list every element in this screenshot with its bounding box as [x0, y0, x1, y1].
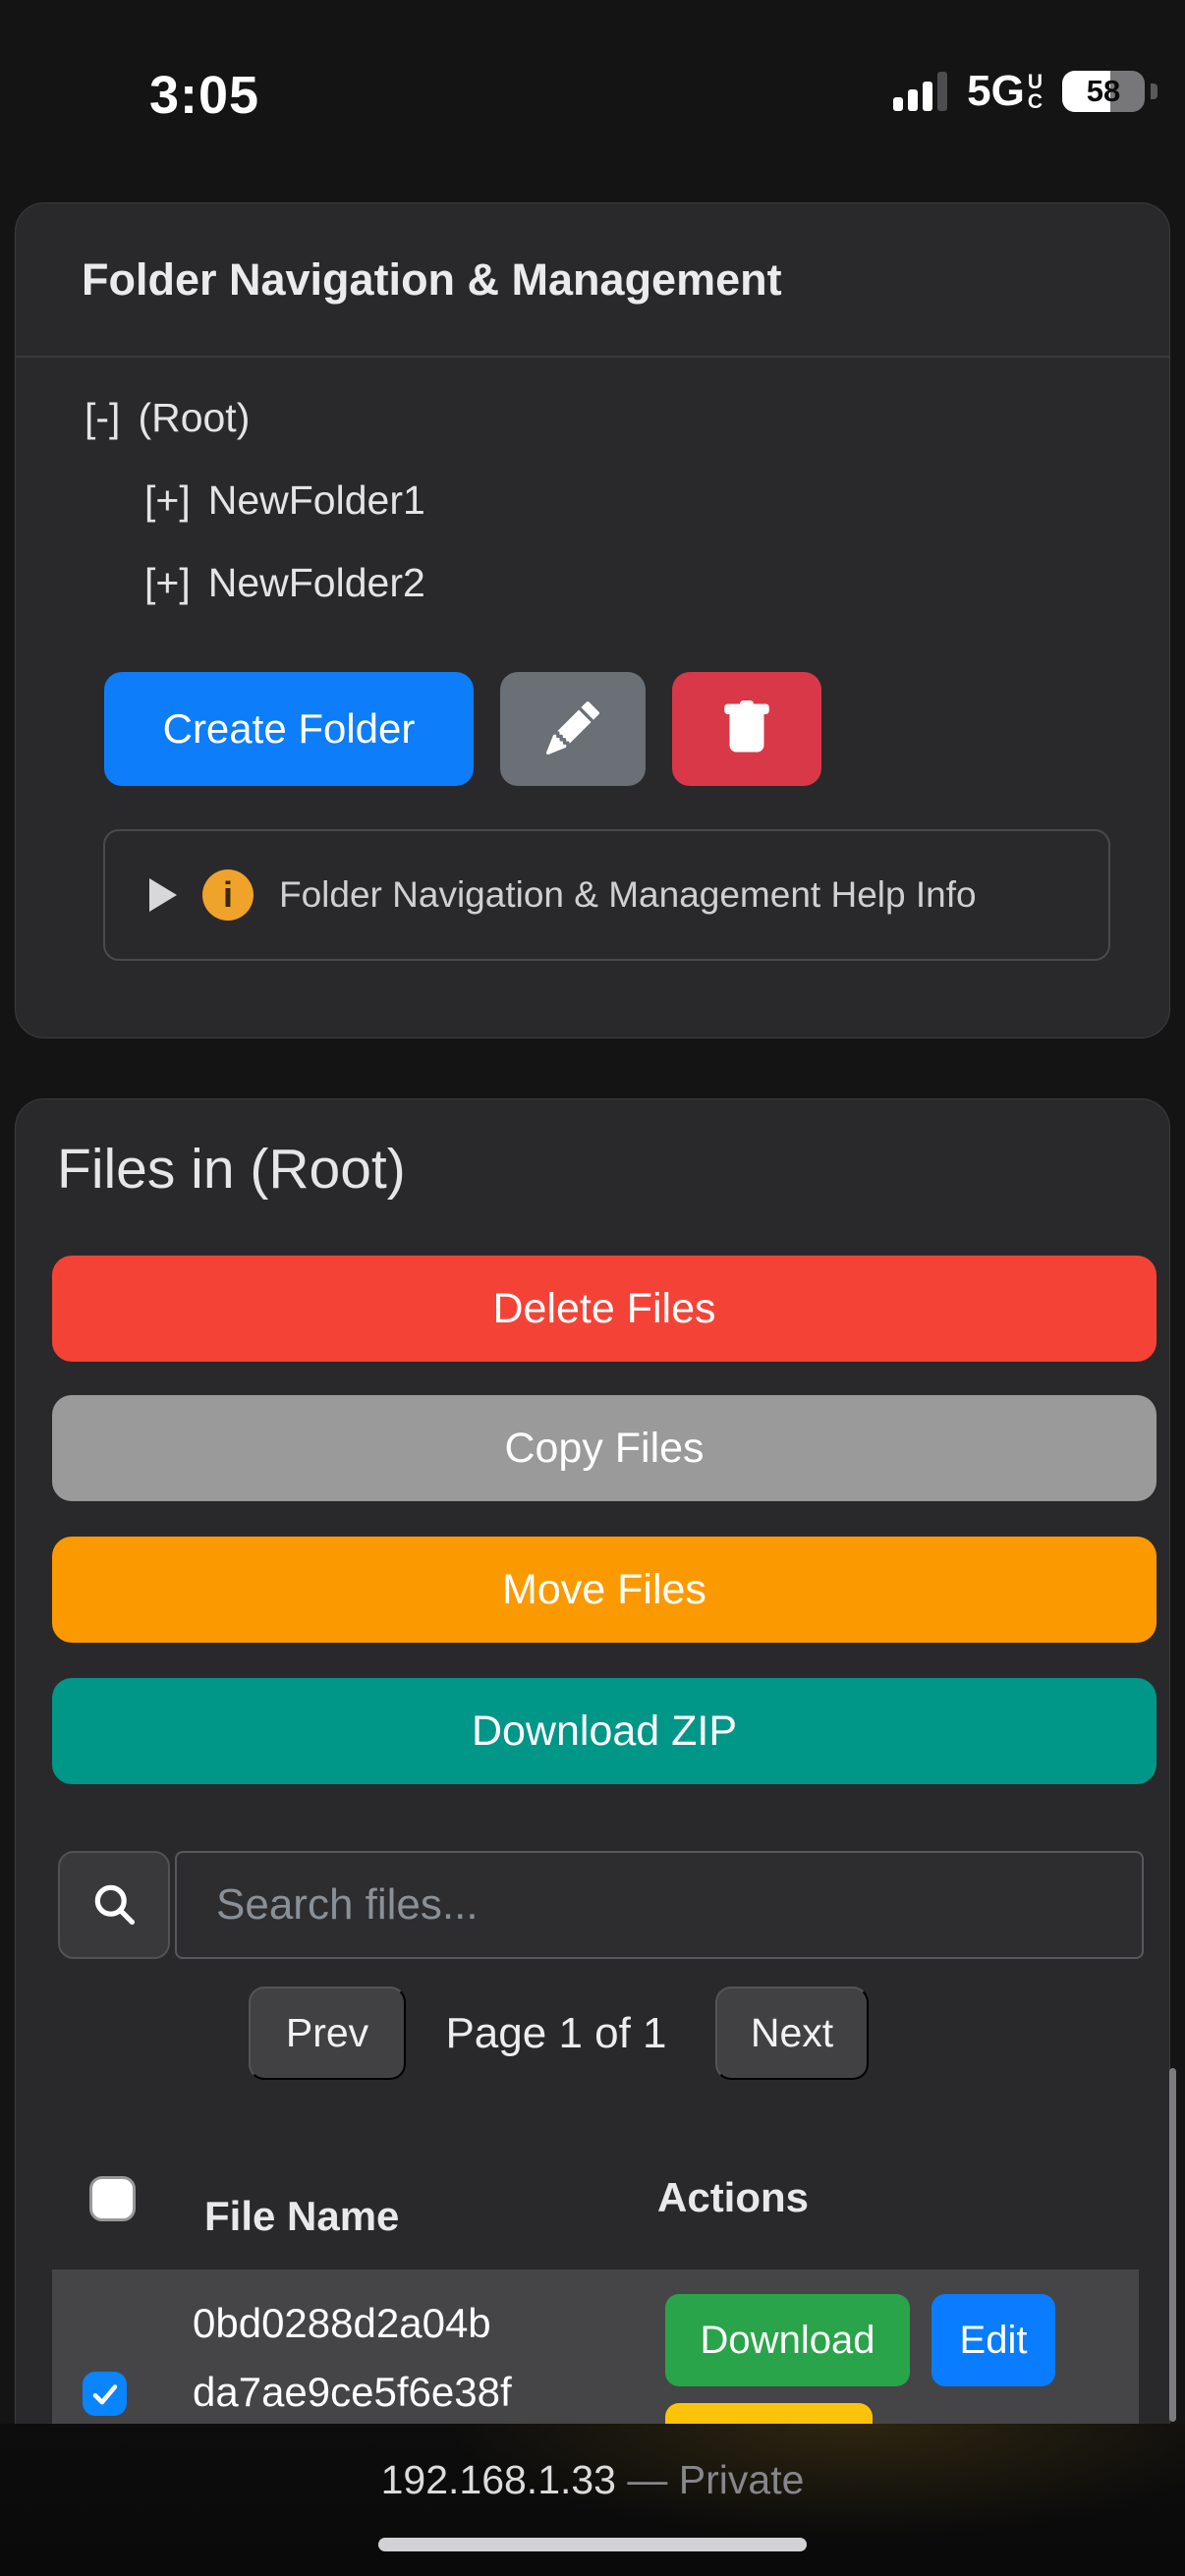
search-bar — [58, 1851, 1144, 1959]
file-name-line2: da7ae9ce5f6e38f — [193, 2358, 512, 2427]
battery-icon: 58 — [1062, 71, 1145, 112]
tree-item-newfolder2[interactable]: [+] NewFolder2 — [16, 541, 1169, 624]
folder-help-title[interactable]: Folder Navigation & Management Help Info — [279, 874, 977, 916]
delete-folder-button[interactable] — [672, 672, 821, 786]
tree-item-root[interactable]: [-] (Root) — [16, 376, 1169, 459]
battery-tip — [1151, 84, 1157, 99]
private-badge: Private — [679, 2457, 805, 2502]
browser-bottom-bar[interactable]: 192.168.1.33 — Private — [0, 2424, 1185, 2576]
download-file-button[interactable]: Download — [665, 2294, 910, 2386]
screen: 3:05 5G U C 58 Folder Navigation & Manag… — [0, 0, 1185, 2576]
status-icons: 5G U C 58 — [893, 69, 1157, 114]
disclosure-triangle-icon[interactable] — [149, 878, 177, 912]
select-all-checkbox[interactable] — [89, 2176, 136, 2221]
column-header-actions: Actions — [657, 2174, 809, 2221]
column-header-file-name: File Name — [204, 2193, 399, 2240]
tree-label-newfolder2[interactable]: NewFolder2 — [208, 560, 425, 606]
info-icon: i — [202, 869, 254, 921]
status-time: 3:05 — [149, 65, 259, 126]
files-card: Files in (Root) Delete Files Copy Files … — [15, 1098, 1170, 2576]
delete-files-button[interactable]: Delete Files — [52, 1256, 1157, 1362]
folder-card-header: Folder Navigation & Management — [16, 203, 1169, 358]
tree-toggle-root[interactable]: [-] — [85, 395, 120, 441]
folder-tree: [-] (Root) [+] NewFolder1 [+] NewFolder2 — [16, 376, 1169, 624]
tree-toggle-newfolder1[interactable]: [+] — [144, 477, 191, 524]
download-zip-button[interactable]: Download ZIP — [52, 1678, 1157, 1784]
create-folder-button[interactable]: Create Folder — [104, 672, 474, 786]
tree-item-newfolder1[interactable]: [+] NewFolder1 — [16, 459, 1169, 541]
search-button[interactable] — [58, 1851, 170, 1959]
edit-file-button[interactable]: Edit — [931, 2294, 1055, 2386]
folder-actions: Create Folder — [104, 672, 821, 786]
row-checkbox-checked[interactable] — [83, 2372, 127, 2416]
prev-page-button[interactable]: Prev — [249, 1987, 406, 2080]
folder-navigation-card: Folder Navigation & Management [-] (Root… — [15, 202, 1170, 1038]
network-type-indicator: 5G U C — [967, 67, 1043, 116]
search-icon — [88, 1878, 140, 1932]
home-indicator[interactable] — [378, 2538, 807, 2551]
trash-icon — [719, 700, 774, 758]
folder-card-title: Folder Navigation & Management — [82, 254, 782, 306]
tree-label-root[interactable]: (Root) — [138, 395, 250, 441]
page-indicator: Page 1 of 1 — [428, 1987, 684, 2080]
address-bar[interactable]: 192.168.1.33 — Private — [0, 2457, 1185, 2503]
pencil-icon — [546, 701, 599, 757]
url-text[interactable]: 192.168.1.33 — [381, 2457, 616, 2502]
tree-toggle-newfolder2[interactable]: [+] — [144, 560, 191, 606]
file-name: 0bd0288d2a04b da7ae9ce5f6e38f — [193, 2289, 512, 2427]
file-name-line1: 0bd0288d2a04b — [193, 2289, 512, 2358]
folder-help-disclosure[interactable]: i Folder Navigation & Management Help In… — [103, 829, 1110, 961]
move-files-button[interactable]: Move Files — [52, 1537, 1157, 1643]
files-card-title: Files in (Root) — [57, 1137, 406, 1202]
search-input[interactable] — [175, 1851, 1144, 1959]
copy-files-button[interactable]: Copy Files — [52, 1395, 1157, 1501]
network-type-label: 5G — [967, 67, 1025, 116]
battery-percent: 58 — [1062, 71, 1145, 112]
rename-folder-button[interactable] — [500, 672, 646, 786]
network-sub-bottom: C — [1028, 92, 1043, 112]
cellular-signal-icon — [893, 72, 947, 111]
scrollbar[interactable] — [1169, 2068, 1176, 2422]
network-sub-top: U — [1028, 73, 1043, 92]
next-page-button[interactable]: Next — [715, 1987, 869, 2080]
tree-label-newfolder1[interactable]: NewFolder1 — [208, 477, 425, 524]
url-separator: — — [616, 2457, 679, 2502]
